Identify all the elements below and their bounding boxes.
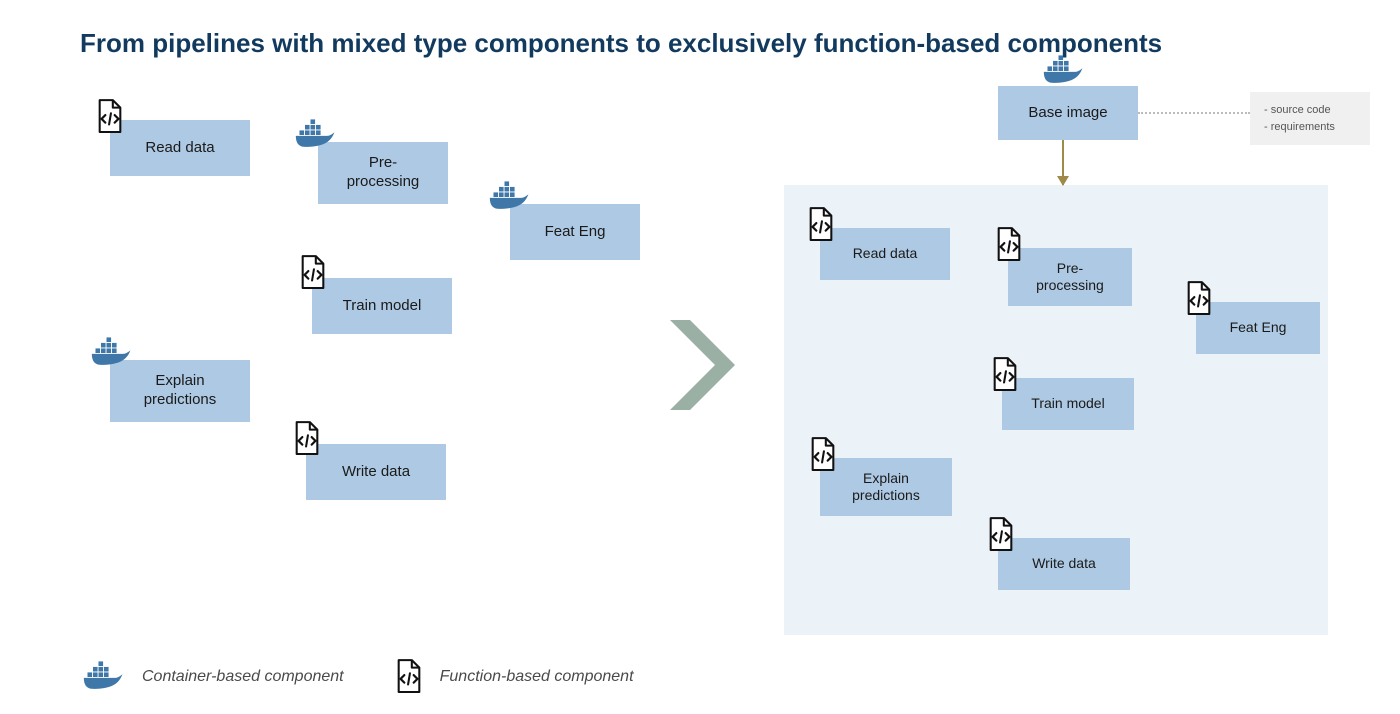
code-file-icon [806,206,836,244]
right-box-preprocessing-label: Pre- processing [1036,260,1104,295]
right-box-explain: Explain predictions [820,458,952,516]
right-box-write-data: Write data [998,538,1130,590]
legend-item-function: Function-based component [394,658,634,696]
code-file-icon [95,98,125,136]
code-file-icon [994,226,1024,264]
legend-item-container: Container-based component [82,660,344,694]
right-box-train-model: Train model [1002,378,1134,430]
left-box-write-data: Write data [306,444,446,500]
legend-function-label: Function-based component [440,668,634,686]
code-file-icon [298,254,328,292]
docker-icon [294,118,338,152]
docker-icon [1042,54,1086,88]
code-file-icon [986,516,1016,554]
left-box-train-model: Train model [312,278,452,334]
code-file-icon [292,420,322,458]
right-box-read-data: Read data [820,228,950,280]
left-box-preprocessing-label: Pre- processing [347,154,420,192]
right-box-write-data-label: Write data [1032,555,1096,573]
info-tag: - source code - requirements [1250,92,1370,145]
diagram-canvas: Read data Pre- processing Feat Eng Train… [0,0,1400,714]
left-box-feat-eng-label: Feat Eng [545,223,606,242]
code-file-icon [808,436,838,474]
right-box-feat-eng: Feat Eng [1196,302,1320,354]
docker-icon [488,180,532,214]
info-line-requirements: - requirements [1264,119,1356,136]
right-box-base-image-label: Base image [1028,104,1107,123]
base-image-arrow [1062,140,1064,185]
left-box-explain-label: Explain predictions [144,372,217,410]
docker-icon [82,660,126,694]
right-box-base-image: Base image [998,86,1138,140]
right-box-train-model-label: Train model [1031,395,1104,413]
legend-container-label: Container-based component [142,668,344,686]
left-box-write-data-label: Write data [342,463,410,482]
docker-icon [90,336,134,370]
code-file-icon [394,658,424,696]
right-box-feat-eng-label: Feat Eng [1230,319,1287,337]
legend: Container-based component Function-based… [82,658,634,696]
code-file-icon [1184,280,1214,318]
left-box-read-data: Read data [110,120,250,176]
right-box-preprocessing: Pre- processing [1008,248,1132,306]
dotted-connector [1138,112,1250,114]
transition-arrow-icon [660,320,750,410]
left-box-train-model-label: Train model [343,297,422,316]
right-box-explain-label: Explain predictions [852,470,920,505]
right-box-read-data-label: Read data [853,245,918,263]
info-line-source: - source code [1264,102,1356,119]
code-file-icon [990,356,1020,394]
left-box-read-data-label: Read data [145,139,214,158]
